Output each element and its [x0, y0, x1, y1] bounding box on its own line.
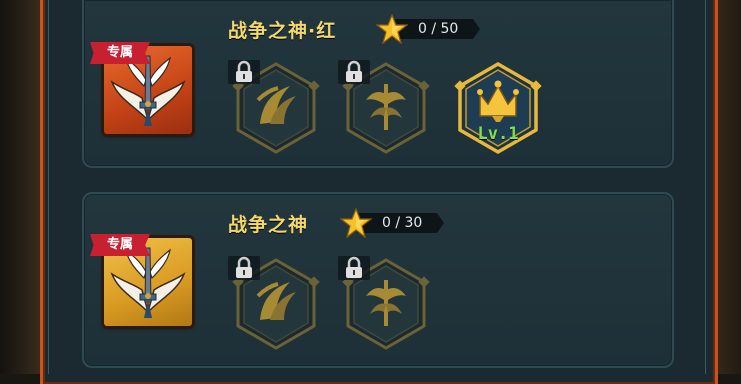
skill-badge-locked[interactable] [228, 256, 324, 352]
exclusive-label: 专属 [106, 237, 133, 252]
lock-icon [228, 60, 260, 84]
skill-badge-locked[interactable] [338, 256, 434, 352]
background-left-decoration [0, 0, 42, 374]
lock-icon [228, 256, 260, 280]
skill-title: 战争之神 [228, 214, 309, 236]
skill-badge-unlocked[interactable]: Lv.1 [450, 60, 546, 156]
star-icon [340, 208, 372, 238]
exclusive-ribbon: 专属 [90, 42, 150, 64]
star-counter: 0 / 50 [376, 14, 486, 44]
skill-badge-locked[interactable] [338, 60, 434, 156]
star-count-text: 0 / 50 [418, 21, 459, 37]
exclusive-label: 专属 [106, 45, 133, 60]
star-count-text: 0 / 30 [382, 215, 423, 231]
lock-icon [338, 60, 370, 84]
skill-badge-locked[interactable] [228, 60, 324, 156]
lock-icon [338, 256, 370, 280]
star-counter: 0 / 30 [340, 208, 450, 238]
skill-level-label: Lv.1 [477, 124, 519, 144]
skill-title: 战争之神·红 [228, 20, 337, 42]
exclusive-ribbon: 专属 [90, 234, 150, 256]
star-icon [376, 14, 408, 44]
